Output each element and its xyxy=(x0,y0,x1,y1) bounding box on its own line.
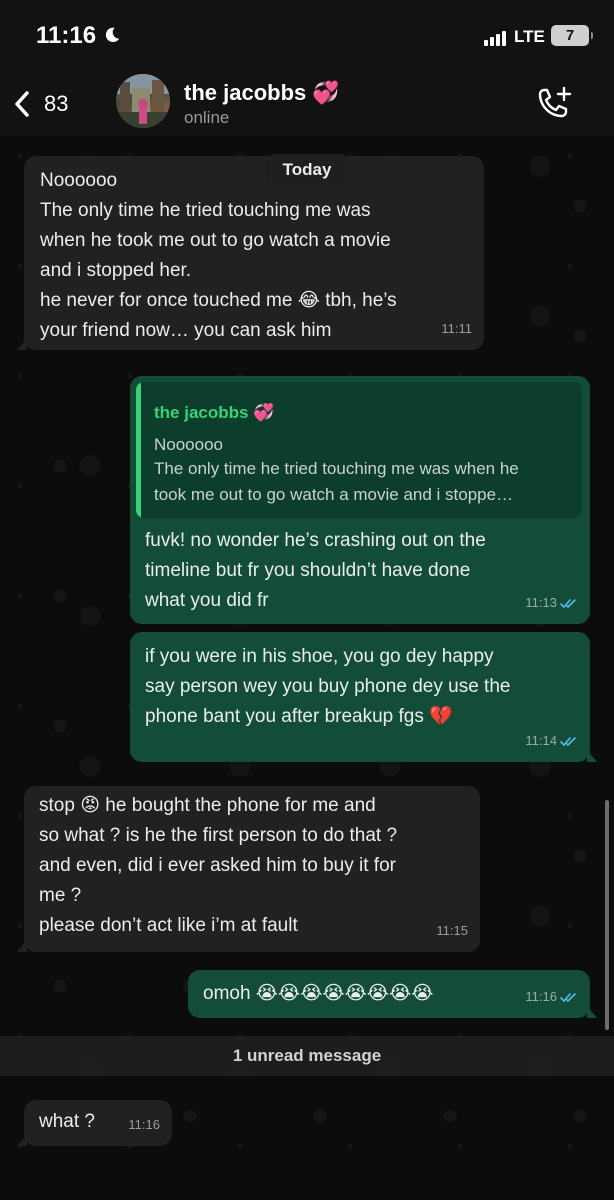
message-bubble-incoming[interactable]: what ? 11:16 xyxy=(17,1100,172,1146)
quote-accent-bar xyxy=(136,382,141,518)
double-check-read-icon xyxy=(560,736,576,746)
message-bubble-outgoing[interactable]: if you were in his shoe, you go dey happ… xyxy=(130,632,597,762)
message-text: omoh 😭😭😭😭😭😭😭😭 xyxy=(203,983,434,1004)
quoted-message[interactable]: the jacobbs 💞 Noooooo The only time he t… xyxy=(136,382,582,518)
message-text: stop 😡 he bought the phone for me and so… xyxy=(39,795,398,936)
chevron-left-icon xyxy=(15,91,29,117)
quoted-sender-name: the jacobbs 💞 xyxy=(154,403,275,422)
message-time: 11:16 xyxy=(525,989,557,1004)
double-check-read-icon xyxy=(560,992,576,1002)
message-bubble-incoming[interactable]: stop 😡 he bought the phone for me and so… xyxy=(17,786,480,952)
avatar[interactable] xyxy=(116,74,170,128)
message-meta: 11:16 xyxy=(525,982,578,1012)
message-meta: 11:16 xyxy=(128,1110,160,1140)
message-text: Noooooo The only time he tried touching … xyxy=(40,170,397,341)
date-separator: Today xyxy=(266,154,348,186)
contact-name[interactable]: the jacobbs 💞 xyxy=(184,80,340,106)
chat-header: 83 the jacobbs 💞 online xyxy=(0,72,614,136)
message-bubble-outgoing[interactable]: omoh 😭😭😭😭😭😭😭😭 11:16 xyxy=(188,970,597,1018)
message-bubble-incoming[interactable]: Noooooo The only time he tried touching … xyxy=(17,156,484,350)
message-time: 11:13 xyxy=(525,595,557,610)
message-text: fuvk! no wonder he’s crashing out on the… xyxy=(145,530,486,611)
phone-plus-icon xyxy=(538,86,572,118)
battery-level: 7 xyxy=(565,27,575,44)
message-meta: 11:11 xyxy=(441,314,472,344)
add-call-button[interactable] xyxy=(534,86,572,122)
message-bubble-outgoing[interactable]: the jacobbs 💞 Noooooo The only time he t… xyxy=(130,376,590,624)
contact-status: online xyxy=(184,108,230,127)
message-time: 11:16 xyxy=(128,1117,160,1132)
network-label: LTE xyxy=(514,27,545,46)
message-meta: 11:13 xyxy=(525,588,578,618)
scrollbar[interactable] xyxy=(605,800,609,1030)
double-check-read-icon xyxy=(560,598,576,608)
message-text: if you were in his shoe, you go dey happ… xyxy=(145,646,511,727)
moon-icon xyxy=(105,27,120,43)
message-meta: 11:15 xyxy=(436,916,468,946)
message-time: 11:15 xyxy=(436,923,468,938)
unread-chats-count: 83 xyxy=(44,91,69,116)
status-bar: 11:16 LTE 7 xyxy=(0,0,614,72)
message-meta: 11:14 xyxy=(525,726,578,756)
status-time: 11:16 xyxy=(36,22,97,49)
unread-messages-banner: 1 unread message xyxy=(0,1036,614,1076)
back-button[interactable]: 83 xyxy=(14,86,104,122)
message-time: 11:14 xyxy=(525,733,557,748)
quoted-text-preview: The only time he tried touching me was w… xyxy=(154,459,519,504)
avatar-photo xyxy=(116,74,170,128)
signal-icon xyxy=(484,28,508,46)
battery-icon: 7 xyxy=(551,25,593,46)
message-time: 11:11 xyxy=(441,321,472,336)
